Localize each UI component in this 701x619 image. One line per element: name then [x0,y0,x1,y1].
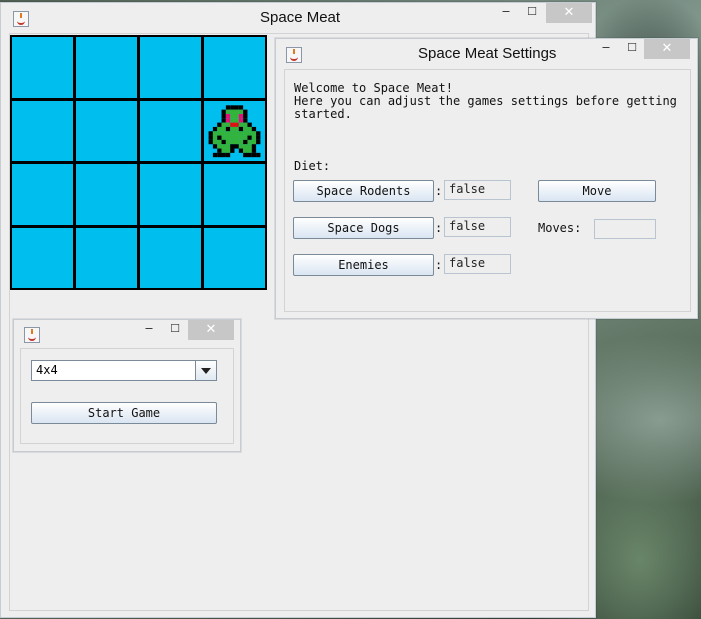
board-cell[interactable] [140,100,201,161]
board-cell[interactable] [140,37,201,98]
move-button[interactable]: Move [538,180,656,202]
board-size-value: 4x4 [36,363,58,377]
board-size-select[interactable]: 4x4 [31,360,217,381]
game-board[interactable] [10,35,267,290]
start-game-button[interactable]: Start Game [31,402,217,424]
board-cell[interactable] [12,227,73,288]
close-icon[interactable]: ✕ [546,3,592,23]
main-window-title: Space Meat [260,9,341,26]
colon-separator: : [435,258,443,272]
alien-player-icon [208,104,261,157]
board-cell[interactable] [12,37,73,98]
maximize-icon[interactable]: ☐ [519,3,545,23]
board-cell[interactable] [204,100,265,161]
enemies-value: false [444,254,511,274]
launcher-titlebar[interactable]: ‒ ☐ ✕ [14,320,240,346]
space-rodents-value: false [444,180,511,200]
chevron-down-icon[interactable] [195,361,216,380]
java-coffee-icon [13,11,29,27]
minimize-icon[interactable]: ‒ [493,3,519,23]
settings-window-title: Space Meat Settings [418,45,557,62]
moves-label: Moves: [538,221,582,235]
launcher-window: ‒ ☐ ✕ 4x4 Start Game [13,319,241,452]
maximize-icon[interactable]: ☐ [162,320,188,340]
colon-separator: : [435,221,443,235]
space-dogs-button[interactable]: Space Dogs [293,217,434,239]
board-cell[interactable] [204,37,265,98]
java-coffee-icon [24,327,40,343]
space-rodents-button[interactable]: Space Rodents [293,180,434,202]
board-cell[interactable] [76,37,137,98]
minimize-icon[interactable]: ‒ [593,39,619,59]
space-dogs-value: false [444,217,511,237]
board-cell[interactable] [76,227,137,288]
main-titlebar[interactable]: Space Meat ‒ ☐ ✕ [1,3,595,33]
minimize-icon[interactable]: ‒ [136,320,162,340]
enemies-button[interactable]: Enemies [293,254,434,276]
java-coffee-icon [286,47,302,63]
board-cell[interactable] [12,100,73,161]
settings-titlebar[interactable]: Space Meat Settings ‒ ☐ ✕ [276,39,697,69]
moves-field[interactable] [594,219,656,239]
welcome-line-2: Here you can adjust the games settings b… [294,94,677,108]
board-cell[interactable] [76,100,137,161]
close-icon[interactable]: ✕ [644,39,690,59]
welcome-line-3: started. [294,107,352,121]
colon-separator: : [435,184,443,198]
board-cell[interactable] [12,164,73,225]
maximize-icon[interactable]: ☐ [619,39,645,59]
board-cell[interactable] [140,227,201,288]
board-cell[interactable] [204,227,265,288]
close-icon[interactable]: ✕ [188,320,234,340]
board-cell[interactable] [76,164,137,225]
board-cell[interactable] [140,164,201,225]
settings-window: Space Meat Settings ‒ ☐ ✕ Welcome to Spa… [275,38,698,319]
diet-label: Diet: [294,159,331,173]
board-cell[interactable] [204,164,265,225]
welcome-line-1: Welcome to Space Meat! [294,81,453,95]
